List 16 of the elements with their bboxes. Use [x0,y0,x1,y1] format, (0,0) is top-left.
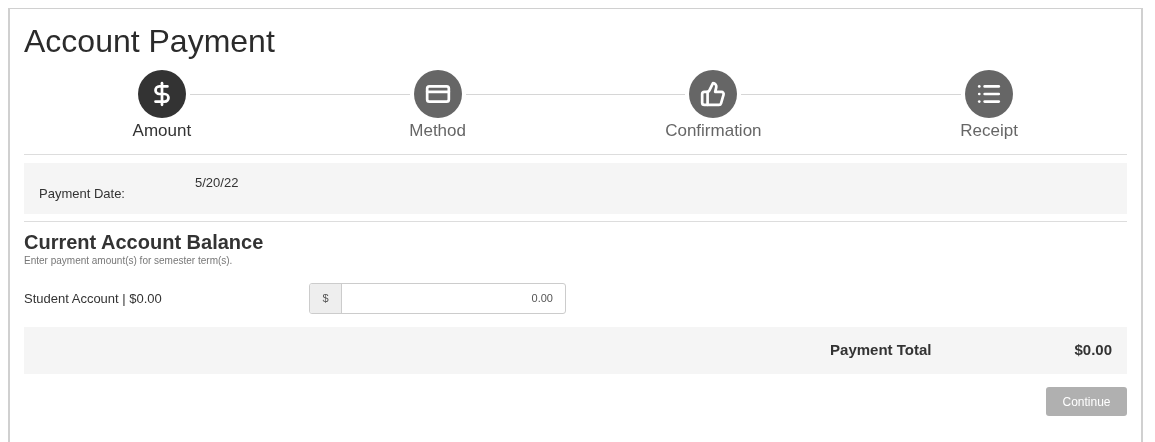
step-label: Confirmation [665,120,762,142]
payment-date-label: Payment Date: [39,185,126,203]
thumbs-up-icon [700,81,727,107]
section-hint: Enter payment amount(s) for semester term(s). [24,254,234,268]
step-label: Amount [132,120,192,142]
amount-field[interactable]: $ 0.00 [309,283,566,314]
account-label: Student Account | $0.00 [24,289,163,308]
page-title: Account Payment [24,22,276,61]
payment-date-value: 5/20/22 [195,174,239,192]
total-value: $0.00 [1074,340,1112,361]
step-label: Receipt [960,120,1018,142]
amount-value: 0.00 [530,291,554,307]
total-label: Payment Total [830,340,932,361]
section-heading: Current Account Balance [24,230,265,254]
step-label: Method [409,120,466,142]
currency-prefix: $ [310,284,342,313]
